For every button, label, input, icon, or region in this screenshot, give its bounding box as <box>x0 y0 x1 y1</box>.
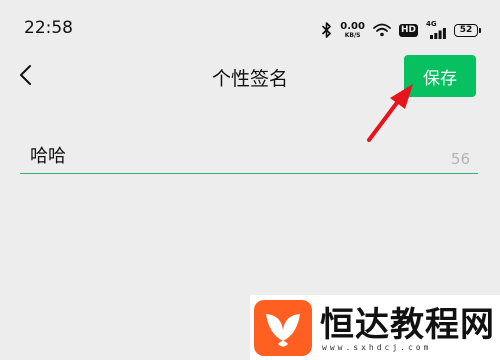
bluetooth-icon <box>322 22 332 38</box>
wifi-icon <box>373 23 391 37</box>
watermark: 恒达教程网 www.sxhdcj.com <box>250 295 500 360</box>
hd-badge: HD <box>398 23 418 37</box>
net-speed-value: 0.00 <box>340 20 365 32</box>
watermark-name: 恒达教程网 <box>320 305 495 345</box>
network-type: 4G <box>426 20 437 28</box>
signature-field[interactable]: 哈哈 56 <box>20 138 478 174</box>
net-speed-unit: KB/S <box>344 31 361 39</box>
signal-icon <box>430 28 446 39</box>
remaining-char-count: 56 <box>450 150 470 168</box>
watermark-url: www.sxhdcj.com <box>322 343 432 352</box>
signal-indicator: 4G <box>426 20 446 39</box>
battery-icon: 52 <box>454 23 481 37</box>
battery-level: 52 <box>459 24 473 35</box>
signature-input-value: 哈哈 <box>30 146 66 167</box>
net-speed: 0.00 KB/S <box>340 20 365 39</box>
status-icons: 0.00 KB/S HD 4G 52 <box>322 18 481 42</box>
watermark-logo-icon <box>254 300 312 356</box>
status-time: 22:58 <box>24 18 73 38</box>
